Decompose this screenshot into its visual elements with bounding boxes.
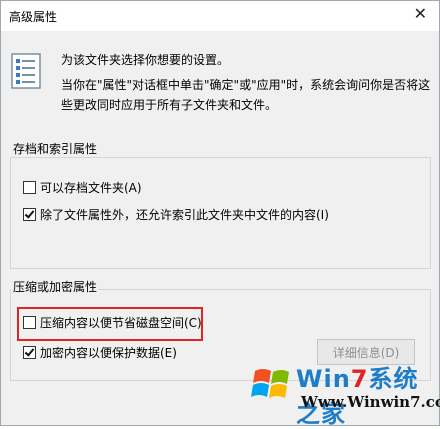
encrypt-checkbox-label: 加密内容以便保护数据(E) (40, 345, 177, 360)
compress-group-label: 压缩或加密属性 (11, 278, 100, 295)
index-checkbox-row[interactable]: 除了文件属性外，还允许索引此文件夹中文件的内容(I) (23, 206, 329, 222)
encrypt-checkbox[interactable] (23, 345, 36, 359)
advanced-attributes-dialog: 高级属性 ✕ 为该文件夹选择你想要的设置。 当你在"属性"对话框中单击"确定"或… (0, 0, 440, 428)
window-title: 高级属性 (9, 10, 58, 24)
index-checkbox[interactable] (23, 207, 36, 221)
info-text-primary: 为该文件夹选择你想要的设置。 (61, 53, 230, 67)
archive-checkbox[interactable] (23, 180, 36, 194)
index-checkbox-label: 除了文件属性外，还允许索引此文件夹中文件的内容(I) (40, 207, 329, 222)
close-icon[interactable]: ✕ (414, 6, 427, 22)
archive-group-label: 存档和索引属性 (11, 140, 100, 157)
watermark-win: Win (296, 365, 351, 393)
archive-checkbox-row[interactable]: 可以存档文件夹(A) (23, 179, 142, 195)
title-bar: 高级属性 ✕ (1, 1, 439, 31)
archive-checkbox-label: 可以存档文件夹(A) (40, 180, 142, 195)
info-text-secondary: 当你在"属性"对话框中单击"确定"或"应用"时，系统会询问你是否将这些更改同时应… (61, 78, 431, 112)
encrypt-checkbox-row[interactable]: 加密内容以便保护数据(E) (23, 344, 177, 360)
properties-icon (11, 53, 41, 89)
watermark-seven: 7 (350, 365, 369, 393)
windows-logo-icon (251, 369, 289, 398)
watermark-url: Www.Winwin7.com (301, 393, 440, 411)
highlight-box (17, 307, 203, 341)
watermark: Win7系统之家 Www.Winwin7.com (249, 349, 440, 428)
